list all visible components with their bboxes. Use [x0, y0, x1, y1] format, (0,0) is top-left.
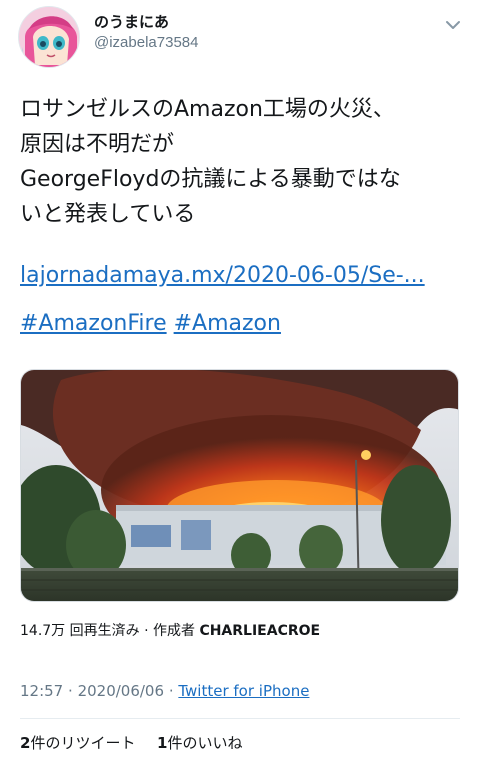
views-count: 14.7万: [20, 623, 66, 639]
tweet-text-line: 原因は不明だが: [20, 132, 175, 157]
tweet-text: ロサンゼルスのAmazon工場の火災、 原因は不明だが GeorgeFloydの…: [20, 92, 460, 232]
views-label: 回再生済み · 作成者: [69, 623, 195, 639]
divider: [20, 718, 460, 719]
tweet-text-line: いと発表している: [20, 202, 196, 227]
tweet-meta: 12:57 · 2020/06/06 · Twitter for iPhone: [20, 682, 310, 700]
retweets-label: 件のリツイート: [30, 734, 136, 752]
tweet-header: のうまにあ @izabela73584: [18, 6, 466, 68]
likes-stat[interactable]: 1件のいいね: [157, 734, 242, 752]
display-name[interactable]: のうまにあ: [94, 12, 198, 32]
anime-avatar-icon[interactable]: [18, 6, 80, 68]
retweets-stat[interactable]: 2件のリツイート: [20, 734, 135, 752]
video-thumbnail-fire-icon[interactable]: [20, 369, 459, 602]
likes-count: 1: [157, 734, 168, 752]
tweet-time: 12:57: [20, 682, 64, 700]
hashtag-amazon[interactable]: #Amazon: [174, 311, 281, 336]
user-names: のうまにあ @izabela73584: [94, 12, 198, 54]
retweets-count: 2: [20, 734, 31, 752]
tweet-text-line: ロサンゼルスのAmazon工場の火災、: [20, 97, 395, 122]
video-view-info: 14.7万 回再生済み · 作成者 CHARLIEACROE: [20, 620, 320, 640]
tweet-text-line: GeorgeFloydの抗議による暴動ではな: [20, 167, 401, 192]
tweet-link[interactable]: lajornadamaya.mx/2020-06-05/Se-...: [20, 258, 425, 293]
tweet-source-link[interactable]: Twitter for iPhone: [178, 682, 309, 700]
tweet-stats: 2件のリツイート 1件のいいね: [20, 732, 242, 753]
hashtag-amazonfire[interactable]: #AmazonFire: [20, 311, 167, 336]
user-handle[interactable]: @izabela73584: [94, 32, 198, 54]
video-creator[interactable]: CHARLIEACROE: [199, 623, 320, 639]
tweet-date: 2020/06/06: [77, 682, 165, 700]
likes-label: 件のいいね: [167, 734, 243, 752]
chevron-down-icon[interactable]: [444, 16, 462, 34]
hashtag-list: #AmazonFire #Amazon: [20, 306, 281, 341]
